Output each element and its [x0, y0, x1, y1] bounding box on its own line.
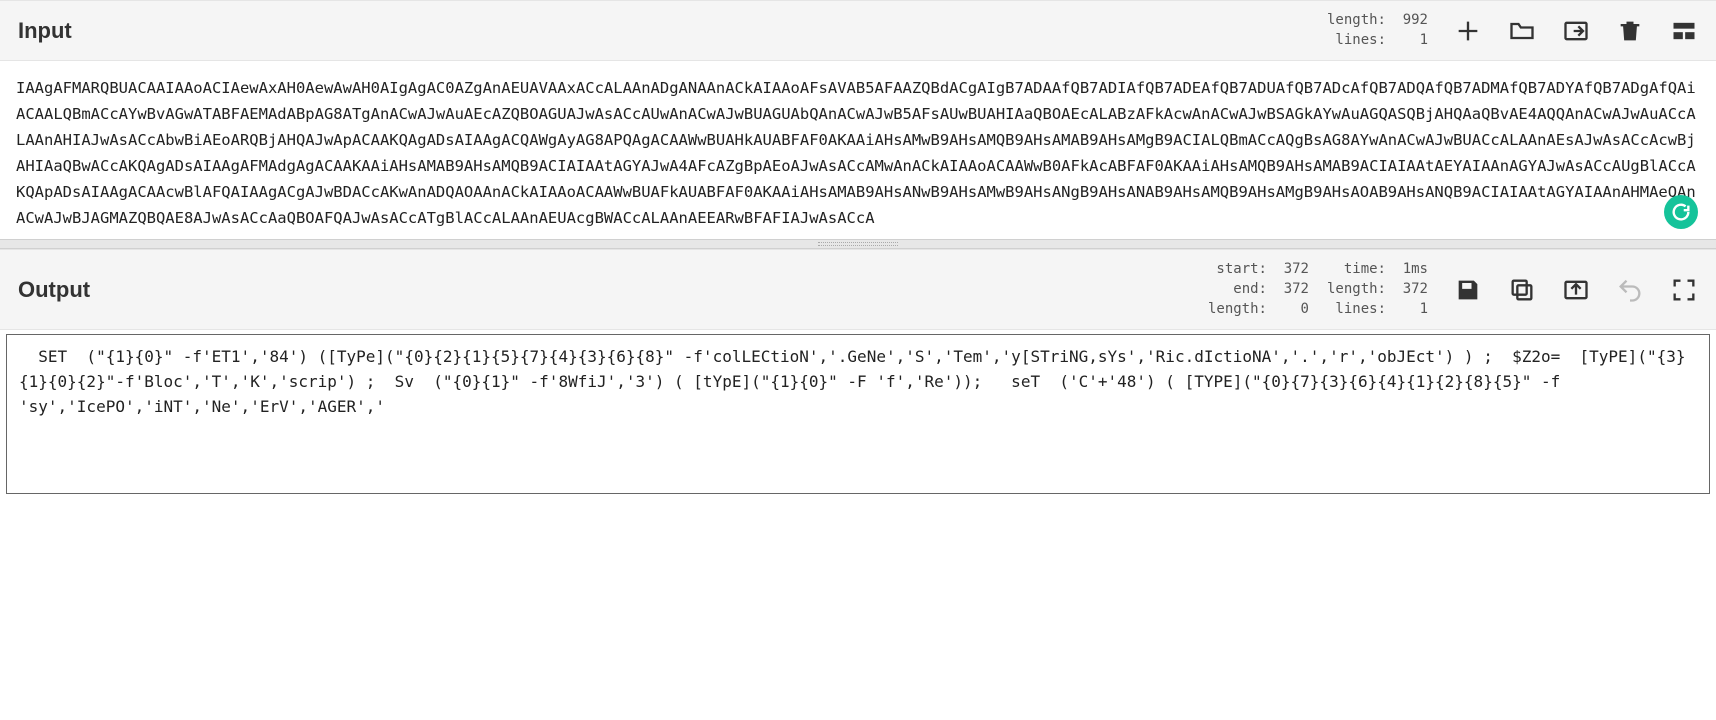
pane-divider[interactable] [0, 239, 1716, 249]
undo-icon [1616, 276, 1644, 304]
input-lines-label: lines: [1328, 31, 1386, 51]
save-button[interactable] [1454, 276, 1482, 304]
undo-button[interactable] [1616, 276, 1644, 304]
drag-handle-icon [818, 242, 898, 246]
import-button[interactable] [1562, 17, 1590, 45]
maximize-icon [1670, 276, 1698, 304]
input-textarea[interactable]: IAAgAFMARQBUACAAIAAoACIAewAxAH0AewAwAH0A… [0, 61, 1716, 239]
output-time-value: 1ms [1392, 260, 1428, 280]
input-lines-value: 1 [1392, 31, 1428, 51]
export-button[interactable] [1562, 276, 1590, 304]
output-title: Output [18, 277, 90, 303]
output-end-value: 372 [1273, 280, 1309, 300]
output-lines-value: 1 [1392, 300, 1428, 320]
output-stats: start: 372 end: 372 length: 0 time: 1ms leng… [1208, 260, 1428, 319]
copy-button[interactable] [1508, 276, 1536, 304]
clear-button[interactable] [1616, 17, 1644, 45]
layout-button[interactable] [1670, 17, 1698, 45]
output-length-label: length: [1327, 280, 1386, 300]
export-icon [1562, 276, 1590, 304]
plus-icon [1454, 17, 1482, 45]
output-sel-length-label: length: [1208, 300, 1267, 320]
output-textarea[interactable]: SET ("{1}{0}" -f'ET1','84') ([TyPe]("{0}… [6, 334, 1710, 494]
output-sel-length-value: 0 [1273, 300, 1309, 320]
grammarly-icon [1670, 201, 1692, 223]
output-header: Output start: 372 end: 372 length: 0 time: 1… [0, 249, 1716, 330]
add-tab-button[interactable] [1454, 17, 1482, 45]
save-icon [1454, 276, 1482, 304]
output-length-value: 372 [1392, 280, 1428, 300]
trash-icon [1616, 17, 1644, 45]
input-stats: length: 992 lines: 1 [1327, 11, 1428, 50]
maximize-button[interactable] [1670, 276, 1698, 304]
output-lines-label: lines: [1328, 300, 1386, 320]
import-icon [1562, 17, 1590, 45]
output-start-value: 372 [1273, 260, 1309, 280]
output-time-label: time: [1328, 260, 1386, 280]
input-title: Input [18, 18, 72, 44]
output-end-label: end: [1209, 280, 1267, 300]
input-length-value: 992 [1392, 11, 1428, 31]
input-header: Input length: 992 lines: 1 [0, 0, 1716, 61]
input-length-label: length: [1327, 11, 1386, 31]
folder-icon [1508, 17, 1536, 45]
layout-icon [1670, 17, 1698, 45]
copy-icon [1508, 276, 1536, 304]
open-folder-button[interactable] [1508, 17, 1536, 45]
output-start-label: start: [1209, 260, 1267, 280]
